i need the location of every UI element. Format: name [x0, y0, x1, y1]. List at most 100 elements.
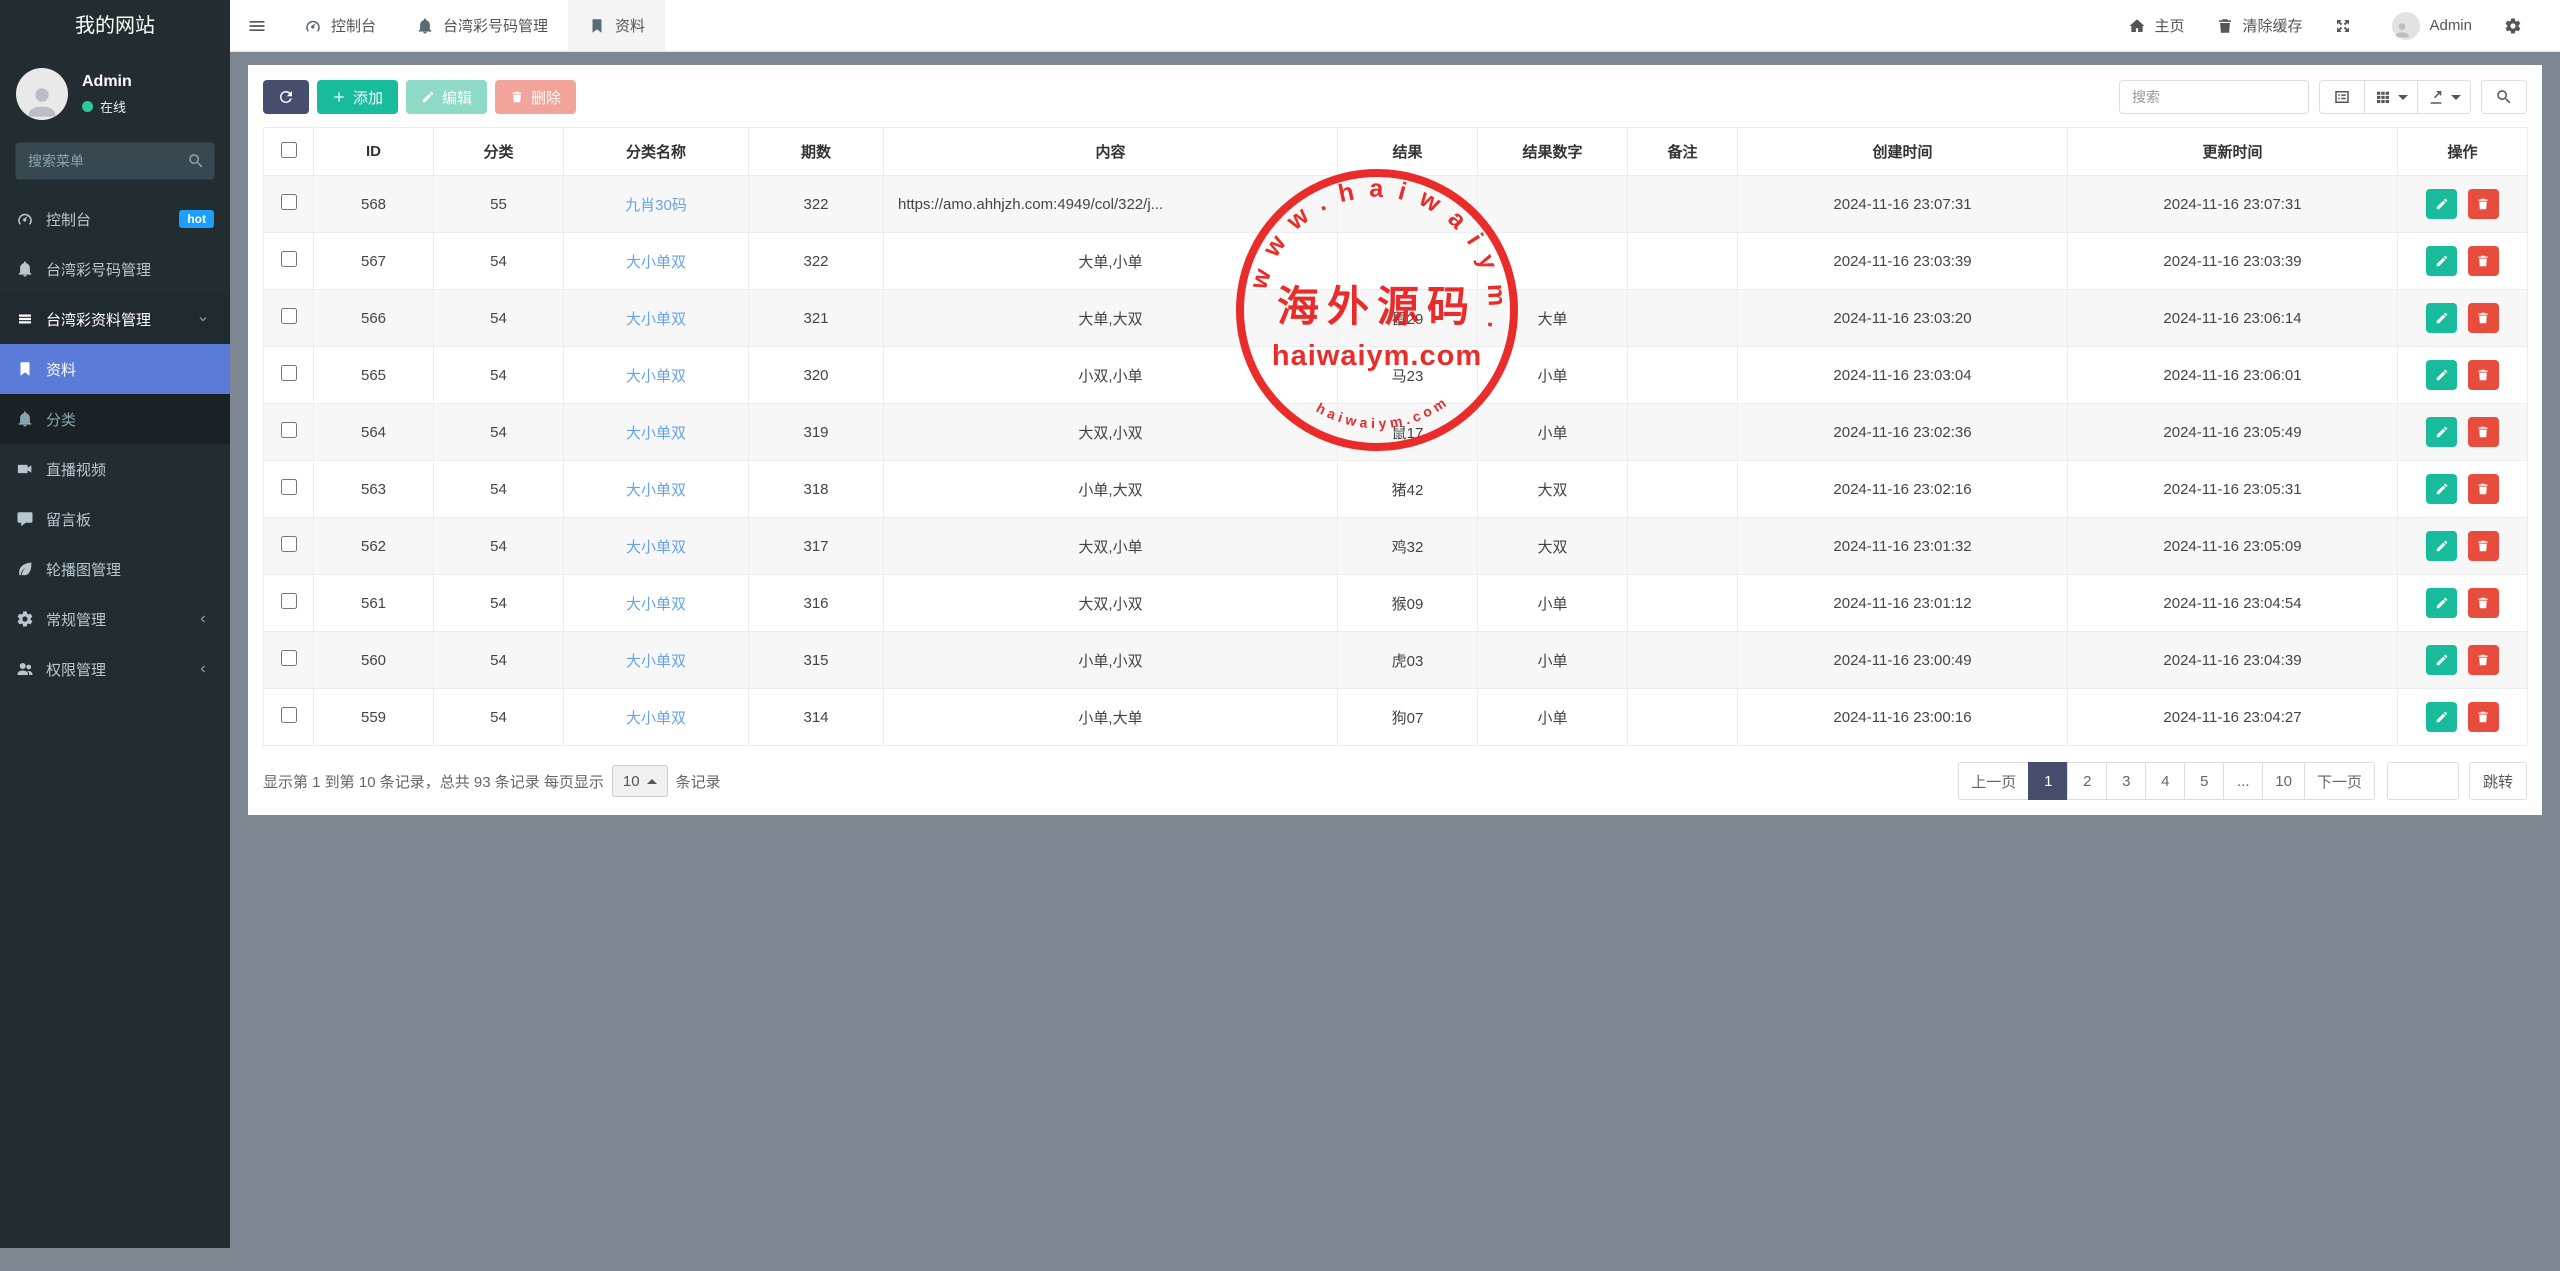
- cell-category-name: 大小单双: [564, 689, 749, 746]
- category-link[interactable]: 大小单双: [626, 368, 686, 385]
- cell-content: 小单,大双: [884, 461, 1338, 518]
- view-button-group: [2319, 80, 2471, 114]
- header-issue: 期数: [749, 128, 884, 176]
- category-link[interactable]: 大小单双: [626, 596, 686, 613]
- clear-cache-link[interactable]: 清除缓存: [2200, 0, 2318, 52]
- edit-row-button[interactable]: [2426, 303, 2457, 333]
- page-item: 3: [2107, 762, 2146, 800]
- edit-row-button[interactable]: [2426, 645, 2457, 675]
- sidebar-search-input[interactable]: [15, 142, 215, 180]
- sidebar-item-number-management[interactable]: 台湾彩号码管理: [0, 244, 230, 294]
- tab-data[interactable]: 资料: [568, 0, 665, 51]
- page-size-dropdown[interactable]: 10: [612, 765, 668, 797]
- trash-icon: [2476, 710, 2490, 724]
- row-checkbox[interactable]: [281, 365, 297, 381]
- home-link[interactable]: 主页: [2112, 0, 2200, 52]
- category-link[interactable]: 大小单双: [626, 653, 686, 670]
- row-checkbox[interactable]: [281, 707, 297, 723]
- user-menu[interactable]: Admin: [2376, 0, 2488, 52]
- cell-result: 虎03: [1338, 632, 1478, 689]
- sidebar-item-category[interactable]: 分类: [0, 394, 230, 444]
- sidebar-toggle-button[interactable]: [230, 0, 284, 51]
- page-item: 下一页: [2305, 762, 2375, 800]
- refresh-button[interactable]: [263, 80, 309, 114]
- row-checkbox[interactable]: [281, 308, 297, 324]
- row-checkbox[interactable]: [281, 194, 297, 210]
- category-link[interactable]: 大小单双: [626, 425, 686, 442]
- select-all-checkbox[interactable]: [281, 142, 297, 158]
- search-icon[interactable]: [187, 152, 205, 170]
- page-button[interactable]: 10: [2262, 762, 2305, 800]
- edit-row-button[interactable]: [2426, 531, 2457, 561]
- delete-row-button[interactable]: [2468, 303, 2499, 333]
- page-button[interactable]: 4: [2145, 762, 2185, 800]
- page-jump-button[interactable]: 跳转: [2469, 762, 2527, 800]
- edit-row-button[interactable]: [2426, 246, 2457, 276]
- delete-row-button[interactable]: [2468, 645, 2499, 675]
- page-button[interactable]: 3: [2106, 762, 2146, 800]
- delete-row-button[interactable]: [2468, 360, 2499, 390]
- cell-issue: 316: [749, 575, 884, 632]
- delete-row-button[interactable]: [2468, 702, 2499, 732]
- category-link[interactable]: 大小单双: [626, 254, 686, 271]
- sidebar-item-permission-management[interactable]: 权限管理: [0, 644, 230, 694]
- edit-row-button[interactable]: [2426, 702, 2457, 732]
- edit-row-button[interactable]: [2426, 189, 2457, 219]
- page-button[interactable]: 上一页: [1958, 762, 2029, 800]
- delete-row-button[interactable]: [2468, 474, 2499, 504]
- row-checkbox[interactable]: [281, 479, 297, 495]
- delete-row-button[interactable]: [2468, 588, 2499, 618]
- page-button[interactable]: 下一页: [2304, 762, 2375, 800]
- category-link[interactable]: 大小单双: [626, 482, 686, 499]
- page-button[interactable]: 2: [2067, 762, 2107, 800]
- delete-row-button[interactable]: [2468, 246, 2499, 276]
- add-button[interactable]: 添加: [317, 80, 398, 114]
- category-link[interactable]: 九肖30码: [625, 197, 687, 214]
- fullscreen-button[interactable]: [2318, 0, 2376, 52]
- cell-result-number: 小单: [1478, 575, 1628, 632]
- cell-result: 猪42: [1338, 461, 1478, 518]
- delete-button[interactable]: 删除: [495, 80, 576, 114]
- page-button[interactable]: 5: [2184, 762, 2224, 800]
- submenu: 资料 分类: [0, 344, 230, 444]
- cell-created-time: 2024-11-16 23:03:20: [1738, 290, 2068, 347]
- edit-button[interactable]: 编辑: [406, 80, 487, 114]
- sidebar-item-dashboard[interactable]: 控制台 hot: [0, 194, 230, 244]
- page-button[interactable]: 1: [2028, 762, 2068, 800]
- sidebar-item-data-management[interactable]: 台湾彩资料管理: [0, 294, 230, 344]
- cell-select: [264, 632, 314, 689]
- row-checkbox[interactable]: [281, 593, 297, 609]
- page-jump-input[interactable]: [2387, 762, 2459, 800]
- row-checkbox[interactable]: [281, 251, 297, 267]
- edit-row-button[interactable]: [2426, 588, 2457, 618]
- category-link[interactable]: 大小单双: [626, 539, 686, 556]
- columns-button[interactable]: [2365, 80, 2418, 114]
- sidebar-item-message-board[interactable]: 留言板: [0, 494, 230, 544]
- delete-row-button[interactable]: [2468, 189, 2499, 219]
- row-checkbox[interactable]: [281, 650, 297, 666]
- edit-row-button[interactable]: [2426, 474, 2457, 504]
- tab-dashboard[interactable]: 控制台: [284, 0, 396, 51]
- search-submit-button[interactable]: [2481, 80, 2527, 114]
- row-checkbox[interactable]: [281, 536, 297, 552]
- delete-row-button[interactable]: [2468, 531, 2499, 561]
- edit-row-button[interactable]: [2426, 360, 2457, 390]
- sidebar-item-carousel[interactable]: 轮播图管理: [0, 544, 230, 594]
- category-link[interactable]: 大小单双: [626, 311, 686, 328]
- row-checkbox[interactable]: [281, 422, 297, 438]
- gears-icon: [16, 610, 34, 628]
- edit-row-button[interactable]: [2426, 417, 2457, 447]
- cell-id: 561: [314, 575, 434, 632]
- sidebar-item-live-video[interactable]: 直播视频: [0, 444, 230, 494]
- export-button[interactable]: [2418, 80, 2471, 114]
- sidebar-item-general-management[interactable]: 常规管理: [0, 594, 230, 644]
- page-button[interactable]: ...: [2223, 762, 2263, 800]
- cell-updated-time: 2024-11-16 23:05:09: [2068, 518, 2398, 575]
- detail-view-button[interactable]: [2319, 80, 2365, 114]
- delete-row-button[interactable]: [2468, 417, 2499, 447]
- settings-button[interactable]: [2488, 0, 2546, 52]
- tab-number-management[interactable]: 台湾彩号码管理: [396, 0, 568, 51]
- table-search-input[interactable]: [2119, 80, 2309, 114]
- category-link[interactable]: 大小单双: [626, 710, 686, 727]
- sidebar-item-data[interactable]: 资料: [0, 344, 230, 394]
